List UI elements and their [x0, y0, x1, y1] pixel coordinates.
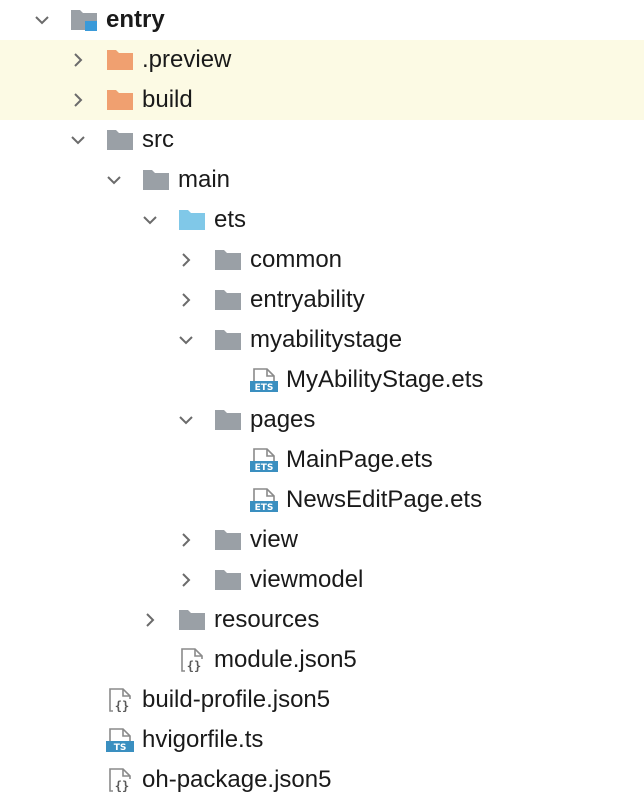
tree-item-label: src: [142, 126, 174, 153]
tree-item-label: resources: [214, 606, 320, 633]
chevron-right-icon[interactable]: [142, 612, 158, 628]
excluded-folder-icon: [106, 48, 134, 72]
folder-icon: [214, 288, 242, 312]
tree-item-ets[interactable]: ets: [0, 200, 644, 240]
tree-item-label: MainPage.ets: [286, 446, 433, 473]
svg-text:{}: {}: [115, 779, 129, 792]
chevron-right-icon[interactable]: [70, 52, 86, 68]
tree-item-label: oh-package.json5: [142, 766, 332, 793]
folder-icon: [214, 408, 242, 432]
folder-icon: [214, 248, 242, 272]
tree-item-entryability[interactable]: entryability: [0, 280, 644, 320]
tree-item-view[interactable]: view: [0, 520, 644, 560]
tree-item-entry[interactable]: entry: [0, 0, 644, 40]
chevron-down-icon[interactable]: [142, 212, 158, 228]
folder-icon: [214, 528, 242, 552]
tree-item-resources[interactable]: resources: [0, 600, 644, 640]
tree-item-label: MyAbilityStage.ets: [286, 366, 484, 393]
module-folder-icon: [70, 8, 98, 32]
tree-item-label: .preview: [142, 46, 232, 73]
partially-visible-row: [0, 802, 644, 810]
tree-item-label: build-profile.json5: [142, 686, 331, 713]
tree-item-label: myabilitystage: [250, 326, 403, 353]
svg-text:{}: {}: [187, 659, 201, 672]
tree-item-label: NewsEditPage.ets: [286, 486, 483, 513]
tree-item-label: main: [178, 166, 231, 193]
tree-item-myabilitystage[interactable]: myabilitystage: [0, 320, 644, 360]
excluded-folder-icon: [106, 88, 134, 112]
chevron-right-icon[interactable]: [178, 572, 194, 588]
ets-file-icon: ETS: [250, 368, 278, 392]
svg-text:ETS: ETS: [255, 383, 274, 392]
tree-item-viewmodel[interactable]: viewmodel: [0, 560, 644, 600]
tree-item-label: hvigorfile.ts: [142, 726, 264, 753]
tree-item-pages[interactable]: pages: [0, 400, 644, 440]
folder-icon: [214, 568, 242, 592]
json-file-icon: {}: [178, 648, 206, 672]
tree-item-oh-package-json5[interactable]: {} oh-package.json5: [0, 760, 644, 800]
chevron-down-icon[interactable]: [106, 172, 122, 188]
tree-item-mainpage-ets[interactable]: ETS MainPage.ets: [0, 440, 644, 480]
folder-icon: [106, 128, 134, 152]
folder-icon: [214, 328, 242, 352]
folder-icon: [178, 608, 206, 632]
ets-file-icon: ETS: [250, 448, 278, 472]
tree-item-build[interactable]: build: [0, 80, 644, 120]
chevron-right-icon[interactable]: [178, 532, 194, 548]
project-tree: entry .preview build src main ets common entrya…: [0, 0, 644, 810]
chevron-right-icon[interactable]: [178, 252, 194, 268]
tree-item-hvigorfile-ts[interactable]: TS hvigorfile.ts: [0, 720, 644, 760]
tree-item-module-json5[interactable]: {} module.json5: [0, 640, 644, 680]
chevron-right-icon[interactable]: [178, 292, 194, 308]
chevron-down-icon[interactable]: [34, 12, 50, 28]
chevron-down-icon[interactable]: [70, 132, 86, 148]
tree-item-label: entryability: [250, 286, 365, 313]
tree-item-label: pages: [250, 406, 316, 433]
tree-item-label: view: [250, 526, 299, 553]
chevron-right-icon[interactable]: [70, 92, 86, 108]
tree-item-main[interactable]: main: [0, 160, 644, 200]
tree-item-build-profile-json5[interactable]: {} build-profile.json5: [0, 680, 644, 720]
source-folder-icon: [178, 208, 206, 232]
ets-file-icon: ETS: [250, 488, 278, 512]
chevron-down-icon[interactable]: [178, 412, 194, 428]
tree-item-label: module.json5: [214, 646, 357, 673]
tree-item-label: build: [142, 86, 193, 113]
chevron-down-icon[interactable]: [178, 332, 194, 348]
tree-item-myabilitystage-ets[interactable]: ETS MyAbilityStage.ets: [0, 360, 644, 400]
json-file-icon: {}: [106, 688, 134, 712]
svg-text:{}: {}: [115, 699, 129, 712]
tree-item-label: common: [250, 246, 343, 273]
svg-text:TS: TS: [114, 743, 127, 752]
ts-file-icon: TS: [106, 728, 134, 752]
tree-item-newseditpage-ets[interactable]: ETS NewsEditPage.ets: [0, 480, 644, 520]
tree-item-label: ets: [214, 206, 247, 233]
tree-item-src[interactable]: src: [0, 120, 644, 160]
folder-icon: [142, 168, 170, 192]
svg-text:ETS: ETS: [255, 463, 274, 472]
tree-item-preview[interactable]: .preview: [0, 40, 644, 80]
json-file-icon: {}: [106, 768, 134, 792]
tree-item-label: viewmodel: [250, 566, 364, 593]
tree-item-label: entry: [106, 6, 165, 33]
tree-item-common[interactable]: common: [0, 240, 644, 280]
svg-text:ETS: ETS: [255, 503, 274, 512]
